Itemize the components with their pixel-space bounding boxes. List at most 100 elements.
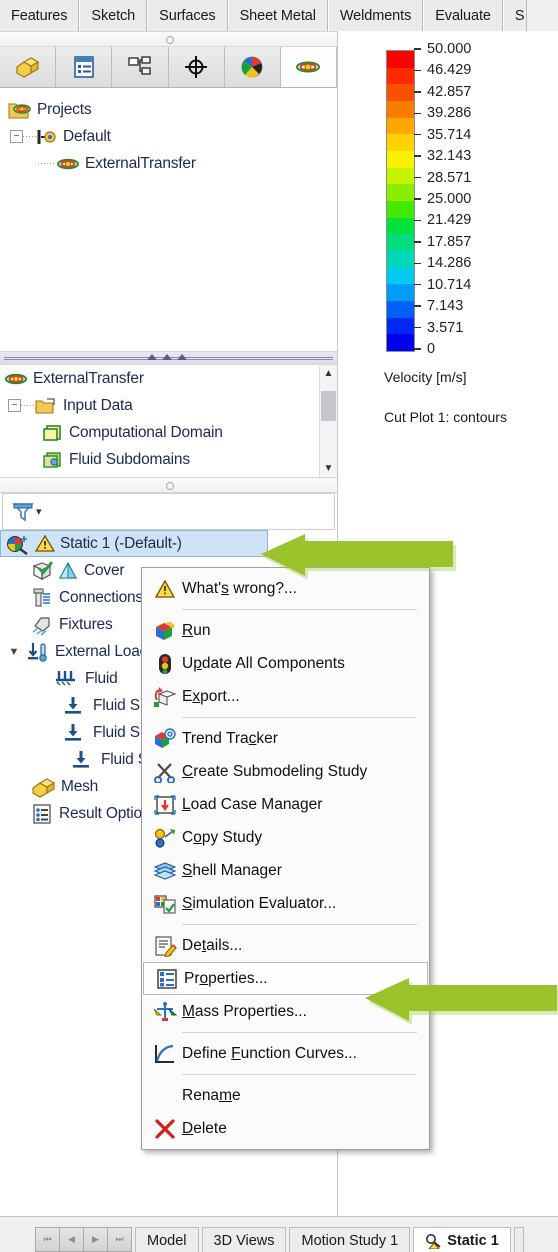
tree-row-external-transfer[interactable]: ExternalTransfer xyxy=(0,150,337,177)
computational-domain-icon xyxy=(42,423,64,443)
filter-funnel-icon[interactable] xyxy=(11,500,35,524)
tree-label: Projects xyxy=(37,100,92,118)
document-tab-model[interactable]: Model xyxy=(135,1227,199,1252)
legend-color-segment xyxy=(387,84,414,101)
menu-item-define-function-curves[interactable]: Define Function Curves... xyxy=(142,1037,429,1070)
panel-splitter-top[interactable] xyxy=(0,31,337,47)
delete-x-icon xyxy=(150,1118,180,1139)
menu-item-simulation-evaluator[interactable]: Simulation Evaluator... xyxy=(142,887,429,920)
menu-item-delete[interactable]: Delete xyxy=(142,1112,429,1145)
document-tab-stub[interactable] xyxy=(513,1227,524,1252)
command-tab-evaluate[interactable]: Evaluate xyxy=(423,0,503,31)
menu-item-update-all-components[interactable]: Update All Components xyxy=(142,647,429,680)
property-manager-icon[interactable] xyxy=(56,47,113,87)
panel-splitter-arrows[interactable] xyxy=(0,351,337,365)
study-context-menu[interactable]: What's wrong?... Run Update All Components… xyxy=(141,567,430,1150)
caret-up-icon[interactable] xyxy=(161,354,172,360)
menu-item-create-submodeling-study[interactable]: Create Submodeling Study xyxy=(142,755,429,788)
tree-row-input-data[interactable]: − Input Data xyxy=(0,392,337,419)
caret-up-icon[interactable] xyxy=(146,354,157,360)
tab-navigation-buttons[interactable]: ⏮ ◀ ▶ ⏭ xyxy=(35,1227,132,1252)
tree-row-fluid-subdomains[interactable]: Fluid Subdomains xyxy=(0,446,337,473)
caret-up-icon[interactable] xyxy=(176,354,187,360)
document-tab-label: Model xyxy=(147,1232,187,1249)
expander-minus-icon[interactable]: − xyxy=(10,130,23,143)
menu-item-label: Properties... xyxy=(184,969,268,987)
tree-label: Input Data xyxy=(63,396,133,414)
command-tab-sheet-metal[interactable]: Sheet Metal xyxy=(227,0,328,31)
feature-manager-design-tree-icon[interactable] xyxy=(0,47,57,87)
tab-nav-button-3[interactable]: ⏭ xyxy=(107,1227,132,1252)
document-tabs[interactable]: Model 3D Views Motion Study 1 Static 1 xyxy=(132,1227,524,1252)
feature-manager-tab-toolbar xyxy=(0,47,338,88)
tree-row-external-transfer-2[interactable]: ExternalTransfer xyxy=(0,365,337,392)
menu-item-label: What's wrong?... xyxy=(182,579,297,597)
splitter-knob-icon xyxy=(165,36,174,44)
menu-item-shell-manager[interactable]: Shell Manager xyxy=(142,854,429,887)
scroll-up-arrow-icon[interactable]: ▲ xyxy=(320,365,337,382)
legend-title: Velocity [m/s] xyxy=(384,369,467,385)
document-tab-3d-views[interactable]: 3D Views xyxy=(201,1227,287,1252)
legend-tick-label: 0 xyxy=(427,341,436,357)
menu-item-label: Load Case Manager xyxy=(182,795,323,813)
legend-color-segment xyxy=(387,67,414,85)
command-tab-weldments[interactable]: Weldments xyxy=(327,0,424,31)
tree-label: Fluid Subdomains xyxy=(69,450,190,468)
document-tab-static-1[interactable]: Static 1 xyxy=(413,1227,511,1252)
flow-project-icon xyxy=(4,369,28,389)
menu-item-details[interactable]: Details... xyxy=(142,929,429,962)
color-scale-bar xyxy=(386,50,415,352)
tree-row-computational-domain[interactable]: Computational Domain xyxy=(0,419,337,446)
arrow-to-static-study xyxy=(261,534,456,579)
caret-down-icon[interactable]: ▼ xyxy=(6,646,22,658)
configuration-manager-icon[interactable] xyxy=(112,47,169,87)
command-tab-s[interactable]: S xyxy=(502,0,528,31)
panel-splitter-middle[interactable] xyxy=(0,477,337,493)
results-color-legend: 50.000 46.429 42.857 39.286 35.714 32.143 28.5… xyxy=(386,41,471,357)
expander-minus-icon[interactable]: − xyxy=(8,399,21,412)
solid-body-icon xyxy=(57,560,79,582)
legend-subtitle: Cut Plot 1: contours xyxy=(384,409,507,425)
command-tab-sketch[interactable]: Sketch xyxy=(79,0,148,31)
tree-filter-bar[interactable]: ▾ xyxy=(2,493,335,530)
legend-tick-mark-icon xyxy=(414,219,421,222)
legend-tick-label: 17.857 xyxy=(427,233,472,250)
tab-nav-button-2[interactable]: ▶ xyxy=(83,1227,107,1252)
menu-item-rename[interactable]: Rename xyxy=(142,1079,429,1112)
flow-input-data-tree[interactable]: ExternalTransfer − Input Data Computatio… xyxy=(0,365,337,477)
legend-color-segment xyxy=(387,117,414,135)
legend-tick: 28.571 xyxy=(414,170,471,186)
document-tab-motion-study-1[interactable]: Motion Study 1 xyxy=(289,1227,411,1252)
display-manager-icon[interactable] xyxy=(224,47,281,87)
command-tab-surfaces[interactable]: Surfaces xyxy=(147,0,228,31)
menu-item-copy-study[interactable]: Copy Study xyxy=(142,821,429,854)
document-tab-bar: ⏮ ◀ ▶ ⏭ Model 3D Views Motion Study 1 Static 1 xyxy=(0,1216,558,1252)
load-case-manager-icon xyxy=(150,794,180,816)
scrollbar-thumb[interactable] xyxy=(321,391,336,421)
filter-dropdown-caret-icon[interactable]: ▾ xyxy=(36,505,42,518)
menu-separator xyxy=(182,1032,417,1033)
splitter-caret-group[interactable] xyxy=(146,354,187,360)
scissors-icon xyxy=(150,761,180,783)
legend-color-segment xyxy=(387,51,414,68)
tree-vertical-scrollbar[interactable]: ▲ ▼ xyxy=(319,365,337,477)
menu-item-export[interactable]: Export... xyxy=(142,680,429,713)
tab-nav-button-1[interactable]: ◀ xyxy=(59,1227,83,1252)
menu-item-trend-tracker[interactable]: Trend Tracker xyxy=(142,722,429,755)
tree-row-projects[interactable]: Projects xyxy=(0,96,337,123)
menu-item-load-case-manager[interactable]: Load Case Manager xyxy=(142,788,429,821)
command-tab-features[interactable]: Features xyxy=(0,0,80,31)
flow-simulation-analysis-tree-icon[interactable] xyxy=(280,47,338,87)
scroll-down-arrow-icon[interactable]: ▼ xyxy=(320,460,337,477)
dimxpert-manager-icon[interactable] xyxy=(168,47,225,87)
tab-nav-button-0[interactable]: ⏮ xyxy=(35,1227,59,1252)
legend-tick-mark-icon xyxy=(414,48,421,50)
legend-color-segment xyxy=(387,217,414,235)
legend-tick: 32.143 xyxy=(414,148,471,164)
result-options-icon xyxy=(30,803,54,825)
flow-project-tree[interactable]: Projects − Default ExternalTransfer xyxy=(0,88,337,351)
legend-color-segment xyxy=(387,234,414,251)
tree-row-default[interactable]: − Default xyxy=(0,123,337,150)
mesh-icon xyxy=(30,776,56,798)
menu-item-run[interactable]: Run xyxy=(142,614,429,647)
